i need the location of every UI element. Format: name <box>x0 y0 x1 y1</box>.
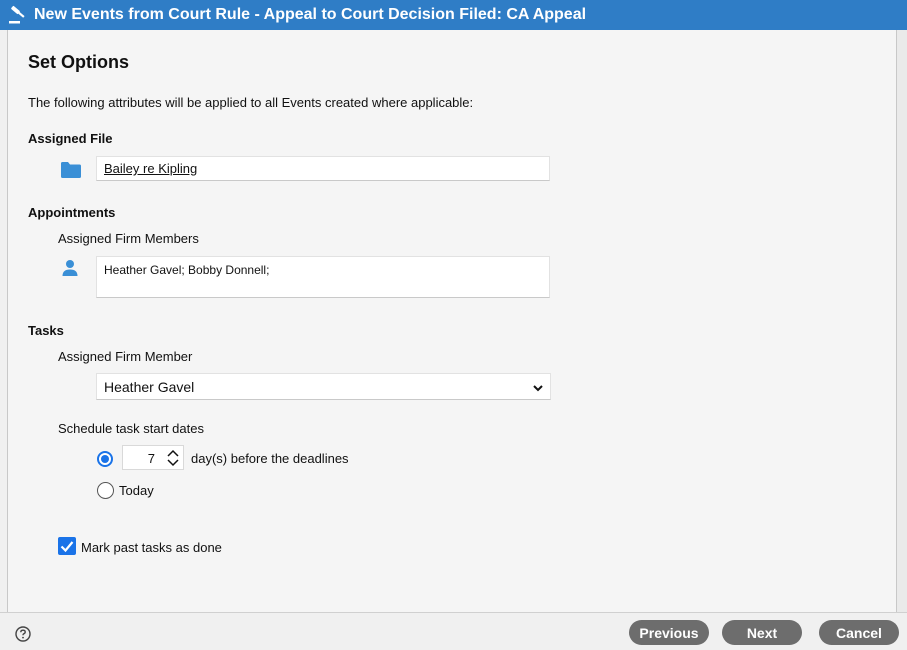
assigned-file-field[interactable]: Bailey re Kipling <box>96 156 550 181</box>
intro-text: The following attributes will be applied… <box>28 95 474 110</box>
chevron-down-icon <box>532 381 544 393</box>
cancel-button[interactable]: Cancel <box>819 620 899 645</box>
days-before-radio[interactable] <box>97 451 113 467</box>
days-stepper[interactable]: 7 <box>122 445 184 470</box>
dialog-footer: Previous Next Cancel <box>0 612 907 650</box>
mark-done-checkbox[interactable] <box>58 537 76 555</box>
person-icon <box>61 259 79 277</box>
up-down-arrows-icon[interactable] <box>166 449 180 467</box>
appointments-heading: Appointments <box>28 205 116 220</box>
dialog-window: New Events from Court Rule - Appeal to C… <box>0 0 907 650</box>
mark-done-label: Mark past tasks as done <box>81 540 222 555</box>
window-title: New Events from Court Rule - Appeal to C… <box>34 6 587 23</box>
assigned-file-link[interactable]: Bailey re Kipling <box>104 161 197 176</box>
today-radio[interactable] <box>97 482 114 499</box>
previous-button[interactable]: Previous <box>629 620 709 645</box>
appointments-members-label: Assigned Firm Members <box>58 231 199 246</box>
appointments-members-field[interactable]: Heather Gavel; Bobby Donnell; <box>96 256 550 298</box>
days-suffix-label: day(s) before the deadlines <box>191 451 349 466</box>
title-bar: New Events from Court Rule - Appeal to C… <box>0 0 907 30</box>
page-heading: Set Options <box>28 52 130 72</box>
options-panel: Set Options The following attributes wil… <box>7 30 897 612</box>
help-circle-icon[interactable] <box>15 626 31 642</box>
days-value: 7 <box>147 451 155 466</box>
next-button[interactable]: Next <box>722 620 802 645</box>
task-member-selected: Heather Gavel <box>104 379 195 395</box>
checkmark-icon <box>60 541 74 553</box>
task-member-select[interactable]: Heather Gavel <box>96 373 551 400</box>
assigned-file-heading: Assigned File <box>28 131 113 146</box>
schedule-label: Schedule task start dates <box>58 421 204 436</box>
appointments-members-value: Heather Gavel; Bobby Donnell; <box>104 263 270 277</box>
today-label: Today <box>119 483 154 498</box>
scrollbar-track[interactable] <box>897 30 907 612</box>
task-member-label: Assigned Firm Member <box>58 349 193 364</box>
tasks-heading: Tasks <box>28 323 64 338</box>
gavel-icon <box>8 5 28 25</box>
folder-icon <box>60 161 82 179</box>
